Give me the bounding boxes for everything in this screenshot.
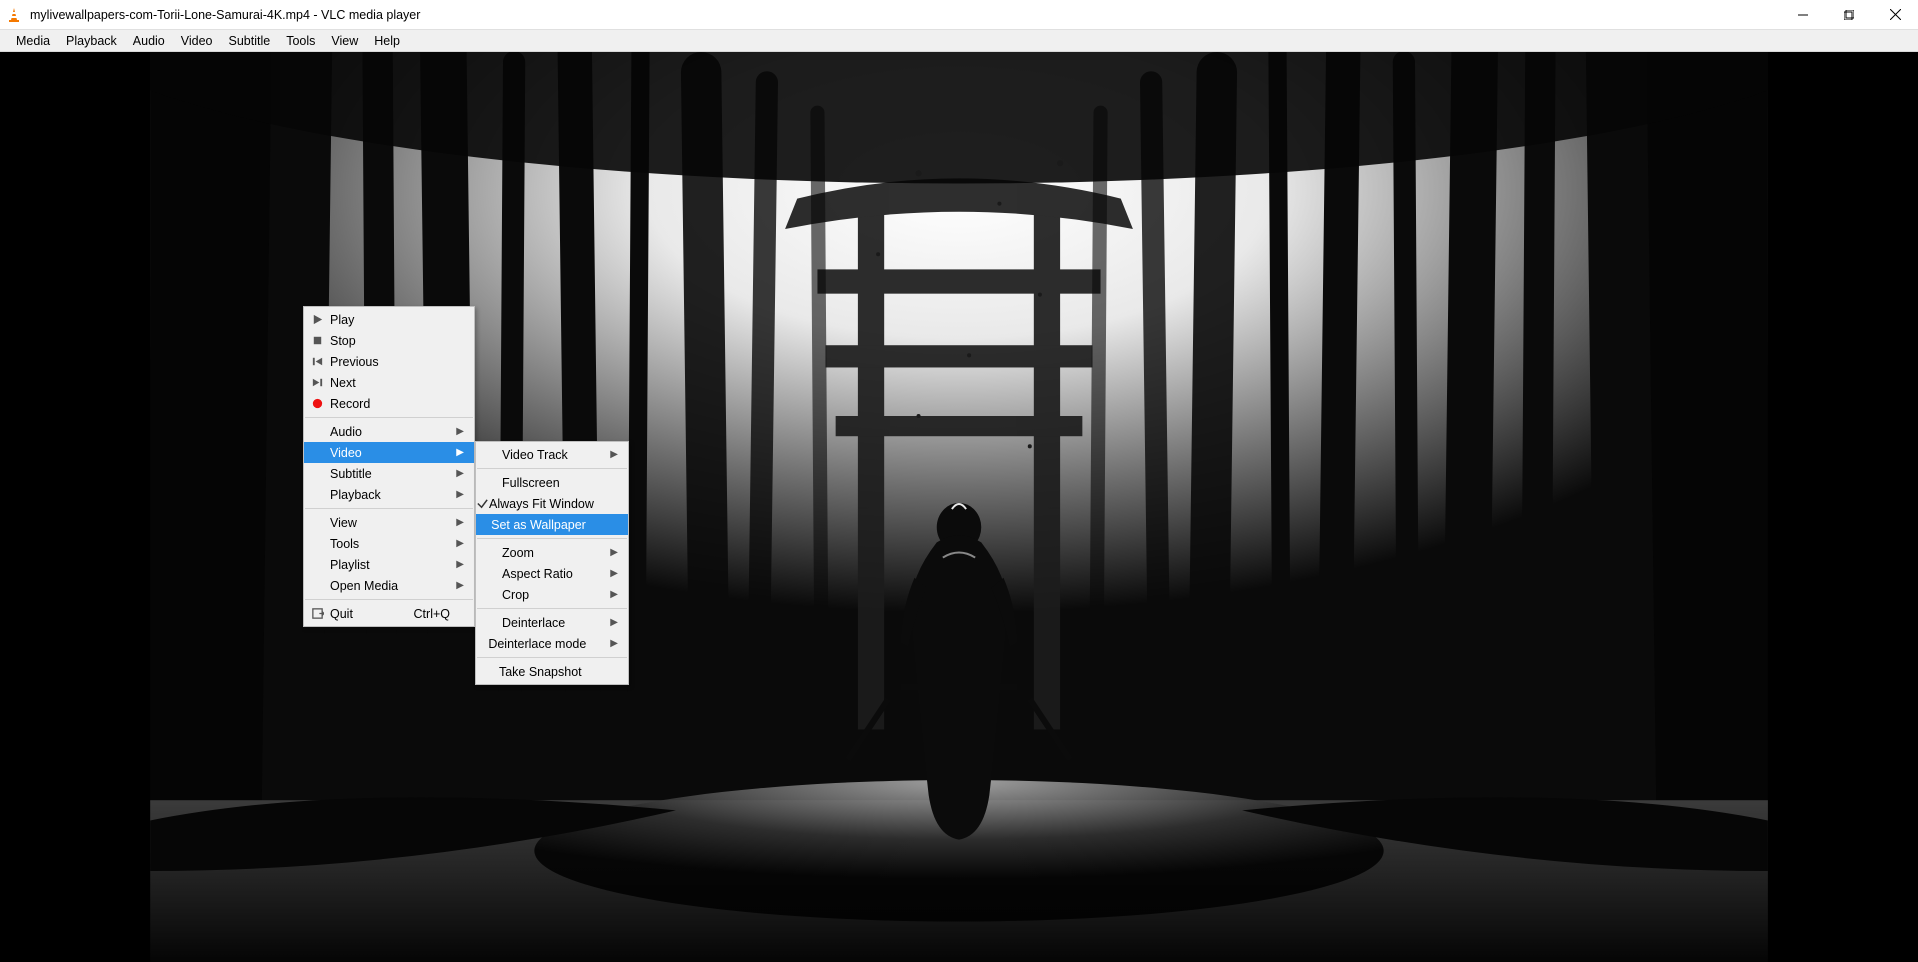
menu-separator — [305, 508, 473, 509]
submenu-arrow-icon: ▶ — [450, 426, 464, 437]
menu-separator — [477, 657, 627, 658]
video-viewport[interactable]: PlayStopPreviousNextRecordAudio▶Video▶Su… — [0, 52, 1918, 962]
ctx-next[interactable]: Next — [304, 372, 474, 393]
menu-media[interactable]: Media — [8, 32, 58, 50]
menu-item-label: Set as Wallpaper — [491, 518, 610, 532]
context-menu[interactable]: PlayStopPreviousNextRecordAudio▶Video▶Su… — [303, 306, 475, 627]
window-controls — [1780, 0, 1918, 29]
video-menu-video-track[interactable]: Video Track▶ — [476, 444, 628, 465]
ctx-audio[interactable]: Audio▶ — [304, 421, 474, 442]
submenu-arrow-icon: ▶ — [604, 617, 618, 628]
video-submenu[interactable]: Video Track▶FullscreenAlways Fit WindowS… — [475, 441, 629, 685]
submenu-arrow-icon: ▶ — [450, 468, 464, 479]
menu-item-label: Subtitle — [330, 467, 450, 481]
menu-item-shortcut: Ctrl+Q — [394, 607, 450, 621]
menu-item-label: Aspect Ratio — [502, 567, 604, 581]
video-menu-set-as-wallpaper[interactable]: Set as Wallpaper — [476, 514, 628, 535]
title-bar: mylivewallpapers-com-Torii-Lone-Samurai-… — [0, 0, 1918, 30]
ctx-view[interactable]: View▶ — [304, 512, 474, 533]
menu-item-label: Playlist — [330, 558, 450, 572]
close-button[interactable] — [1872, 0, 1918, 29]
ctx-subtitle[interactable]: Subtitle▶ — [304, 463, 474, 484]
menu-video[interactable]: Video — [173, 32, 221, 50]
menu-help[interactable]: Help — [366, 32, 408, 50]
menu-separator — [477, 608, 627, 609]
stop-icon — [304, 334, 330, 347]
menu-item-label: Stop — [330, 334, 450, 348]
ctx-video[interactable]: Video▶ — [304, 442, 474, 463]
submenu-arrow-icon: ▶ — [450, 447, 464, 458]
menu-item-label: Crop — [502, 588, 604, 602]
video-menu-take-snapshot[interactable]: Take Snapshot — [476, 661, 628, 682]
video-menu-fullscreen[interactable]: Fullscreen — [476, 472, 628, 493]
video-menu-deinterlace[interactable]: Deinterlace▶ — [476, 612, 628, 633]
rec-icon — [304, 397, 330, 410]
submenu-arrow-icon: ▶ — [450, 559, 464, 570]
menu-item-label: Quit — [330, 607, 394, 621]
check-icon — [476, 497, 489, 510]
menu-item-label: Fullscreen — [502, 476, 604, 490]
menu-item-label: Previous — [330, 355, 450, 369]
submenu-arrow-icon: ▶ — [604, 449, 618, 460]
prev-icon — [304, 355, 330, 368]
video-menu-always-fit-window[interactable]: Always Fit Window — [476, 493, 628, 514]
submenu-arrow-icon: ▶ — [450, 517, 464, 528]
menu-subtitle[interactable]: Subtitle — [221, 32, 279, 50]
minimize-button[interactable] — [1780, 0, 1826, 29]
menu-item-label: Record — [330, 397, 450, 411]
menu-view[interactable]: View — [323, 32, 366, 50]
menu-item-label: Always Fit Window — [489, 497, 618, 511]
menu-item-label: Video — [330, 446, 450, 460]
menu-item-label: Play — [330, 313, 450, 327]
menu-item-label: Playback — [330, 488, 450, 502]
submenu-arrow-icon: ▶ — [604, 568, 618, 579]
menu-item-label: Deinterlace mode — [488, 637, 610, 651]
menu-item-label: Zoom — [502, 546, 604, 560]
ctx-playlist[interactable]: Playlist▶ — [304, 554, 474, 575]
play-icon — [304, 313, 330, 326]
submenu-arrow-icon: ▶ — [610, 638, 618, 649]
ctx-open-media[interactable]: Open Media▶ — [304, 575, 474, 596]
video-menu-zoom[interactable]: Zoom▶ — [476, 542, 628, 563]
menu-item-label: Take Snapshot — [499, 665, 606, 679]
ctx-playback[interactable]: Playback▶ — [304, 484, 474, 505]
video-menu-crop[interactable]: Crop▶ — [476, 584, 628, 605]
submenu-arrow-icon: ▶ — [450, 538, 464, 549]
window-title: mylivewallpapers-com-Torii-Lone-Samurai-… — [28, 0, 1780, 30]
quit-icon — [304, 607, 330, 620]
ctx-play[interactable]: Play — [304, 309, 474, 330]
ctx-record[interactable]: Record — [304, 393, 474, 414]
ctx-tools[interactable]: Tools▶ — [304, 533, 474, 554]
ctx-stop[interactable]: Stop — [304, 330, 474, 351]
menu-playback[interactable]: Playback — [58, 32, 125, 50]
menu-item-label: View — [330, 516, 450, 530]
menu-separator — [477, 468, 627, 469]
menu-item-label: Open Media — [330, 579, 450, 593]
vlc-cone-icon — [0, 7, 28, 23]
next-icon — [304, 376, 330, 389]
ctx-previous[interactable]: Previous — [304, 351, 474, 372]
submenu-arrow-icon: ▶ — [450, 580, 464, 591]
video-menu-aspect-ratio[interactable]: Aspect Ratio▶ — [476, 563, 628, 584]
menu-item-label: Tools — [330, 537, 450, 551]
menu-tools[interactable]: Tools — [278, 32, 323, 50]
submenu-arrow-icon: ▶ — [450, 489, 464, 500]
menu-bar: MediaPlaybackAudioVideoSubtitleToolsView… — [0, 30, 1918, 52]
video-menu-deinterlace-mode[interactable]: Deinterlace mode▶ — [476, 633, 628, 654]
menu-separator — [305, 417, 473, 418]
menu-audio[interactable]: Audio — [125, 32, 173, 50]
menu-item-label: Next — [330, 376, 450, 390]
menu-item-label: Deinterlace — [502, 616, 604, 630]
menu-item-label: Audio — [330, 425, 450, 439]
submenu-arrow-icon: ▶ — [604, 547, 618, 558]
submenu-arrow-icon: ▶ — [604, 589, 618, 600]
maximize-button[interactable] — [1826, 0, 1872, 29]
ctx-quit[interactable]: QuitCtrl+Q — [304, 603, 474, 624]
menu-separator — [305, 599, 473, 600]
menu-item-label: Video Track — [502, 448, 604, 462]
menu-separator — [477, 538, 627, 539]
